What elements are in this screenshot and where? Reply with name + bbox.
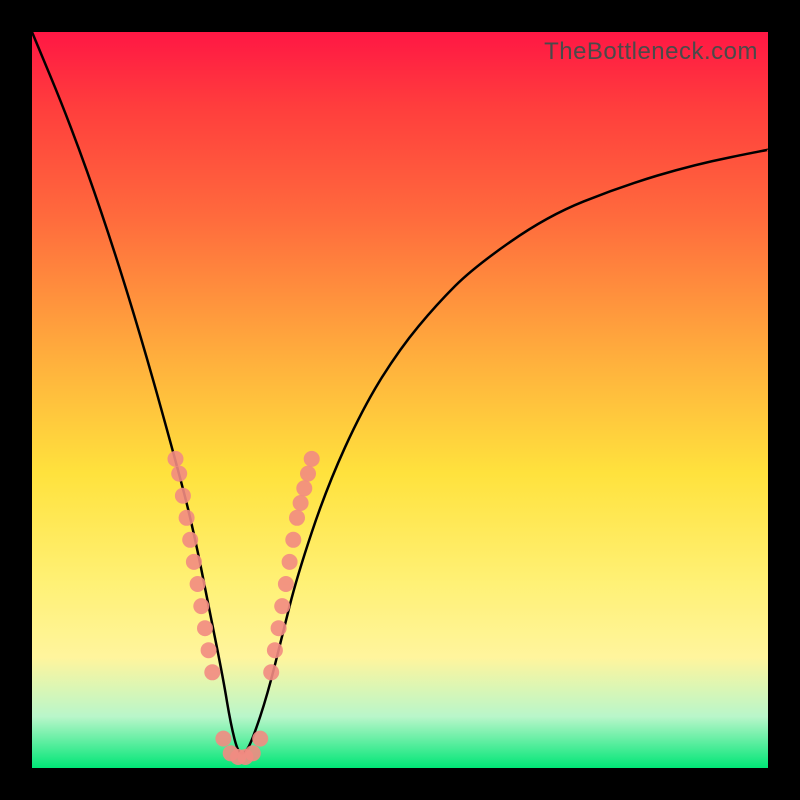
- data-point: [278, 576, 294, 592]
- data-point: [252, 731, 268, 747]
- data-point: [193, 598, 209, 614]
- data-point: [285, 532, 301, 548]
- data-point: [274, 598, 290, 614]
- watermark-text: TheBottleneck.com: [544, 38, 758, 66]
- data-point: [175, 488, 191, 504]
- data-point: [201, 642, 217, 658]
- data-point: [300, 466, 316, 482]
- data-point: [204, 664, 220, 680]
- bottleneck-curve: [32, 32, 768, 753]
- data-point: [171, 466, 187, 482]
- curve-line: [32, 32, 768, 753]
- data-point: [296, 480, 312, 496]
- data-point: [245, 745, 261, 761]
- data-point: [289, 510, 305, 526]
- chart-svg: [32, 32, 768, 768]
- data-point: [186, 554, 202, 570]
- data-point: [197, 620, 213, 636]
- data-point: [271, 620, 287, 636]
- chart-frame: TheBottleneck.com: [0, 0, 800, 800]
- data-point: [293, 495, 309, 511]
- data-point: [168, 451, 184, 467]
- data-point-markers: [168, 451, 320, 765]
- data-point: [267, 642, 283, 658]
- data-point: [263, 664, 279, 680]
- data-point: [182, 532, 198, 548]
- data-point: [215, 731, 231, 747]
- plot-area: TheBottleneck.com: [32, 32, 768, 768]
- data-point: [190, 576, 206, 592]
- data-point: [282, 554, 298, 570]
- data-point: [179, 510, 195, 526]
- data-point: [304, 451, 320, 467]
